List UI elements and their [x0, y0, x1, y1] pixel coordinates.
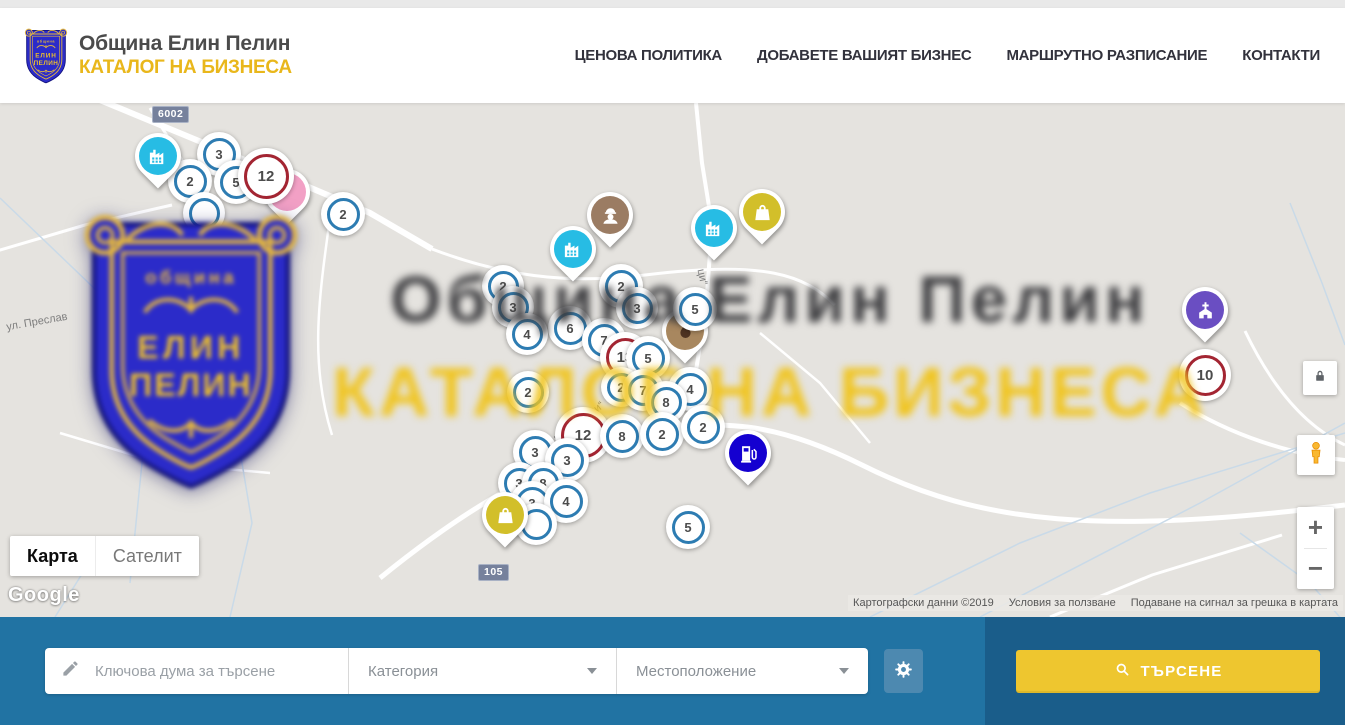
cluster-count: 10 — [1185, 355, 1226, 396]
location-select[interactable]: Местоположение — [616, 648, 868, 694]
bag-icon — [486, 496, 524, 534]
cluster-count: 5 — [679, 293, 712, 326]
cluster-count: 3 — [622, 293, 653, 324]
keyword-field[interactable] — [45, 648, 348, 694]
road-badge: 105 — [478, 564, 509, 581]
main-nav: ЦЕНОВА ПОЛИТИКА ДОБАВЕТЕ ВАШИЯТ БИЗНЕС МАР… — [575, 47, 1320, 64]
cluster-count: 8 — [606, 420, 639, 453]
location-select-value: Местоположение — [636, 663, 756, 680]
bag-icon — [743, 193, 781, 231]
factory-icon — [139, 137, 177, 175]
cluster-marker[interactable] — [183, 192, 225, 234]
cluster-marker[interactable]: 4 — [506, 313, 548, 355]
attribution-link[interactable]: Условия за ползване — [1009, 597, 1116, 609]
pegman-icon — [1303, 440, 1329, 471]
svg-text:ПЕЛИН: ПЕЛИН — [34, 59, 59, 66]
map-type-map-button[interactable]: Карта — [10, 536, 95, 576]
cluster-marker[interactable]: 8 — [600, 414, 644, 458]
municipality-crest-icon: община ЕЛИН ПЕЛИН — [24, 27, 68, 85]
cluster-marker[interactable]: 2 — [681, 405, 725, 449]
cluster-count: 2 — [327, 198, 360, 231]
map-type-satellite-button[interactable]: Сателит — [95, 536, 199, 576]
search-icon — [1114, 661, 1131, 682]
cluster-marker[interactable]: 2 — [321, 192, 365, 236]
cluster-count: 4 — [550, 485, 583, 518]
svg-text:ЕЛИН: ЕЛИН — [35, 52, 56, 59]
lock-icon — [1312, 368, 1328, 389]
pegman-control[interactable] — [1297, 435, 1335, 475]
cluster-marker[interactable]: 5 — [673, 287, 717, 331]
google-logo[interactable]: Google — [8, 584, 80, 607]
gear-icon — [893, 659, 914, 683]
nav-item-3[interactable]: МАРШРУТНО РАЗПИСАНИЕ — [1006, 47, 1207, 64]
attribution-link[interactable]: Подаване на сигнал за грешка в картата — [1131, 597, 1338, 609]
zoom-in-button[interactable]: + — [1297, 507, 1334, 548]
cluster-marker[interactable]: 10 — [1179, 349, 1231, 401]
factory-icon — [554, 230, 592, 268]
nav-item-4[interactable]: КОНТАКТИ — [1242, 47, 1320, 64]
brand-text: Община Елин Пелин КАТАЛОГ НА БИЗНЕСА — [79, 32, 292, 79]
cluster-marker[interactable]: 5 — [666, 505, 710, 549]
keyword-input[interactable] — [93, 662, 333, 681]
category-select[interactable]: Категория — [348, 648, 616, 694]
search-button-label: ТЪРСЕНЕ — [1141, 663, 1223, 680]
fuel-icon — [729, 434, 767, 472]
map-type-control: Карта Сателит — [10, 536, 199, 576]
header: община ЕЛИН ПЕЛИН Община Елин Пелин КАТА… — [0, 8, 1345, 103]
nav-item-2[interactable]: ДОБАВЕТЕ ВАШИЯТ БИЗНЕС — [757, 47, 971, 64]
brand-subtitle: КАТАЛОГ НА БИЗНЕСА — [79, 57, 292, 79]
worker-icon — [591, 196, 629, 234]
cluster-count: 4 — [512, 319, 543, 350]
cluster-count: 5 — [672, 511, 705, 544]
church-icon — [1186, 291, 1224, 329]
cluster-count: 2 — [513, 377, 544, 408]
cluster-marker[interactable]: 3 — [616, 287, 658, 329]
advanced-settings-button[interactable] — [884, 649, 923, 693]
cluster-count — [189, 198, 220, 229]
chevron-down-icon — [587, 668, 597, 674]
svg-text:община: община — [37, 39, 56, 43]
search-bar: Категория Местоположение ТЪРСЕНЕ — [0, 617, 1345, 725]
nav-item-1[interactable]: ЦЕНОВА ПОЛИТИКА — [575, 47, 722, 64]
zoom-out-button[interactable]: − — [1297, 549, 1334, 590]
factory-icon — [695, 209, 733, 247]
category-select-value: Категория — [368, 663, 438, 680]
map-canvas[interactable]: 3251222323564713522748128223338345106002… — [0, 103, 1345, 617]
cluster-count: 2 — [646, 418, 679, 451]
cluster-marker[interactable]: 2 — [640, 412, 684, 456]
cluster-count: 2 — [687, 411, 720, 444]
cluster-marker[interactable]: 12 — [238, 148, 294, 204]
cluster-count: 12 — [244, 154, 289, 199]
pencil-icon — [61, 659, 80, 683]
search-fields-group: Категория Местоположение — [45, 648, 868, 694]
brand-title: Община Елин Пелин — [79, 32, 292, 56]
attribution-text: Картографски данни ©2019 — [853, 597, 994, 609]
chevron-down-icon — [839, 668, 849, 674]
zoom-control: + − — [1297, 507, 1334, 589]
search-button[interactable]: ТЪРСЕНЕ — [1016, 650, 1320, 693]
cluster-marker[interactable]: 2 — [507, 371, 549, 413]
road-badge: 6002 — [152, 106, 189, 123]
streetview-lock-button[interactable] — [1303, 361, 1337, 395]
site-logo[interactable]: община ЕЛИН ПЕЛИН Община Елин Пелин КАТА… — [24, 27, 292, 85]
map-attribution: Картографски данни ©2019 Условия за ползв… — [848, 595, 1343, 611]
